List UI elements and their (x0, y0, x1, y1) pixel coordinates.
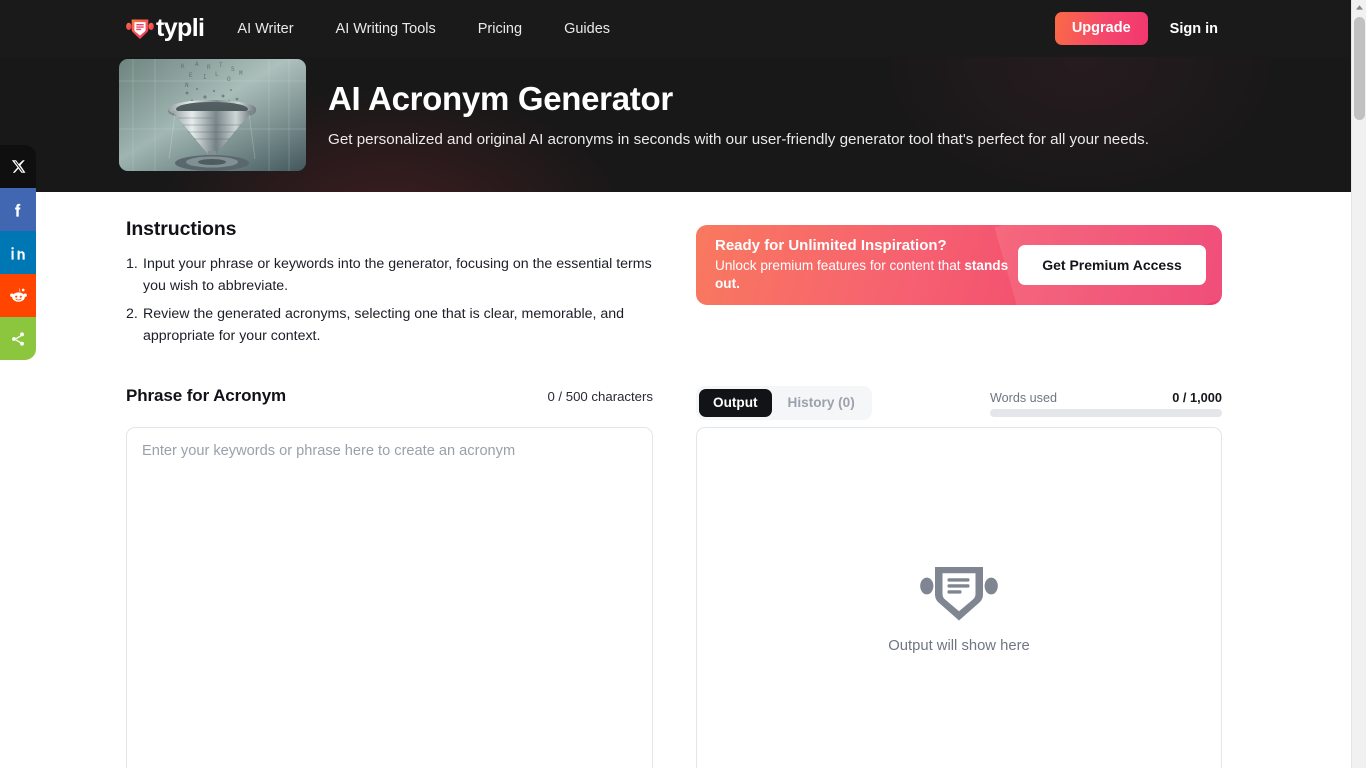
promo-text: Ready for Unlimited Inspiration? Unlock … (715, 236, 1011, 293)
x-twitter-icon (11, 159, 26, 174)
promo-subtitle-light: Unlock premium features for content that (715, 257, 965, 273)
hero-text: AI Acronym Generator Get personalized an… (328, 57, 1149, 150)
scroll-up-arrow-icon[interactable] (1352, 0, 1366, 15)
instructions-section: Instructions Input your phrase or keywor… (126, 218, 653, 352)
nav-item-pricing[interactable]: Pricing (478, 15, 522, 43)
output-display-area: Output will show here (696, 427, 1222, 768)
phrase-field-label: Phrase for Acronym (126, 386, 287, 406)
character-counter: 0 / 500 characters (547, 389, 653, 405)
words-used-value: 0 / 1,000 (1172, 389, 1222, 405)
output-panel: Output History (0) Words used 0 / 1,000 (696, 386, 1222, 768)
linkedin-icon (10, 245, 26, 261)
output-toolbar: Output History (0) Words used 0 / 1,000 (696, 386, 1222, 420)
words-used-track (990, 408, 1222, 417)
promo-title: Ready for Unlimited Inspiration? (715, 237, 947, 255)
typli-shield-document-icon (920, 564, 998, 622)
tab-output[interactable]: Output (699, 389, 772, 417)
instructions-title: Instructions (126, 218, 237, 240)
share-more-button[interactable] (0, 317, 36, 360)
hero-image: KAR TSE ILO NM (119, 59, 306, 171)
header-actions: Upgrade Sign in (1054, 0, 1218, 57)
promo-section: Ready for Unlimited Inspiration? Unlock … (696, 218, 1222, 352)
output-placeholder-text: Output will show here (888, 638, 1030, 655)
page-title: AI Acronym Generator (328, 80, 673, 117)
sign-in-link[interactable]: Sign in (1170, 21, 1218, 37)
premium-promo-banner: Ready for Unlimited Inspiration? Unlock … (696, 225, 1222, 305)
input-panel: Phrase for Acronym 0 / 500 characters (126, 386, 653, 768)
input-label-row: Phrase for Acronym 0 / 500 characters (126, 386, 653, 410)
nav-item-guides[interactable]: Guides (564, 15, 610, 43)
top-grid: Instructions Input your phrase or keywor… (126, 192, 1225, 352)
share-x-button[interactable] (0, 145, 36, 188)
site-header: typli AI Writer AI Writing Tools Pricing… (0, 0, 1351, 57)
editor-grid: Phrase for Acronym 0 / 500 characters Ou… (126, 386, 1225, 768)
upgrade-button[interactable]: Upgrade (1054, 12, 1148, 45)
instruction-step: Input your phrase or keywords into the g… (126, 253, 652, 295)
share-reddit-button[interactable] (0, 274, 36, 317)
phrase-input[interactable] (126, 427, 653, 768)
share-linkedin-button[interactable] (0, 231, 36, 274)
hero-banner: KAR TSE ILO NM (0, 57, 1351, 192)
instructions-list: Input your phrase or keywords into the g… (126, 253, 653, 347)
tab-history[interactable]: History (0) (774, 389, 869, 417)
nav-item-ai-writer[interactable]: AI Writer (237, 15, 293, 43)
share-icon (10, 331, 26, 347)
page-subtitle: Get personalized and original AI acronym… (328, 130, 1149, 148)
typli-shield-logo-icon (126, 15, 154, 43)
main-content: Instructions Input your phrase or keywor… (0, 192, 1351, 768)
scrollbar-thumb[interactable] (1354, 17, 1365, 120)
promo-subtitle: Unlock premium features for content that… (715, 257, 1011, 294)
page-root: typli AI Writer AI Writing Tools Pricing… (0, 0, 1366, 768)
brand-name: typli (156, 14, 205, 42)
nav-item-ai-writing-tools[interactable]: AI Writing Tools (336, 15, 436, 43)
words-used-meter: Words used 0 / 1,000 (990, 390, 1222, 417)
social-share-rail (0, 145, 36, 360)
main-nav: AI Writer AI Writing Tools Pricing Guide… (237, 15, 610, 43)
browser-viewport: typli AI Writer AI Writing Tools Pricing… (0, 0, 1351, 768)
words-used-label: Words used (990, 390, 1057, 405)
share-facebook-button[interactable] (0, 188, 36, 231)
page-scrollbar[interactable] (1351, 0, 1366, 768)
instruction-step: Review the generated acronyms, selecting… (126, 303, 625, 344)
reddit-icon (9, 287, 27, 304)
typli-logo[interactable]: typli (126, 14, 205, 43)
get-premium-access-button[interactable]: Get Premium Access (1018, 245, 1206, 285)
facebook-icon (10, 202, 26, 218)
output-tabs: Output History (0) (696, 386, 872, 420)
